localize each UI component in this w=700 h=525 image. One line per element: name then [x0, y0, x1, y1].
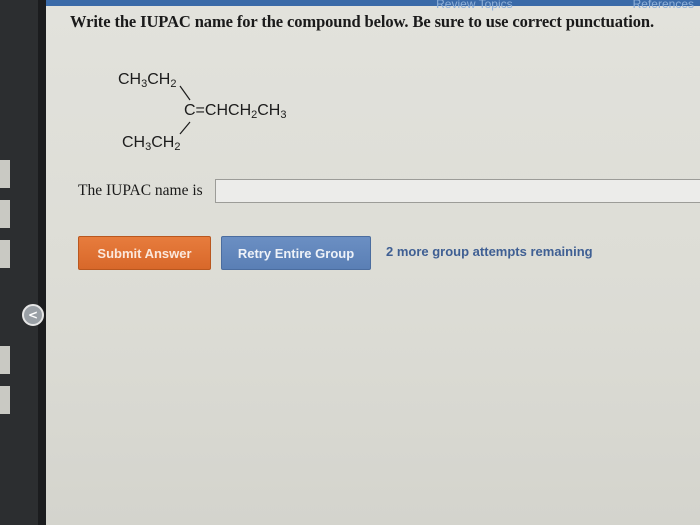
top-links: Review Topics References [436, 0, 694, 11]
bond-bottom [179, 121, 191, 135]
sidebar-tab[interactable] [0, 346, 10, 374]
review-topics-link[interactable]: Review Topics [436, 0, 512, 11]
retry-entire-group-button[interactable]: Retry Entire Group [221, 236, 371, 270]
top-bar: Review Topics References [46, 0, 700, 11]
submit-answer-button[interactable]: Submit Answer [78, 236, 211, 270]
top-ethyl-group: CH3CH2 [118, 71, 177, 90]
chemical-structure: CH3CH2 C=CHCH2CH3 CH3CH2 [112, 60, 372, 160]
question-prompt: Write the IUPAC name for the compound be… [70, 12, 654, 31]
sidebar-tab[interactable] [0, 386, 10, 414]
sidebar-tab[interactable] [0, 240, 10, 268]
sidebar-edge [38, 0, 46, 525]
sidebar-tab[interactable] [0, 160, 10, 188]
bottom-ethyl-group: CH3CH2 [122, 134, 181, 153]
chevron-left-icon[interactable]: < [22, 304, 44, 326]
central-alkene: C=CHCH2CH3 [184, 102, 287, 121]
left-sidebar-strip [0, 0, 46, 525]
answer-label: The IUPAC name is [78, 182, 203, 199]
bond-top [179, 85, 191, 101]
iupac-name-input[interactable] [215, 179, 700, 203]
sidebar-tab[interactable] [0, 200, 10, 228]
attempts-remaining-text: 2 more group attempts remaining [386, 244, 593, 259]
references-link[interactable]: References [633, 0, 694, 11]
